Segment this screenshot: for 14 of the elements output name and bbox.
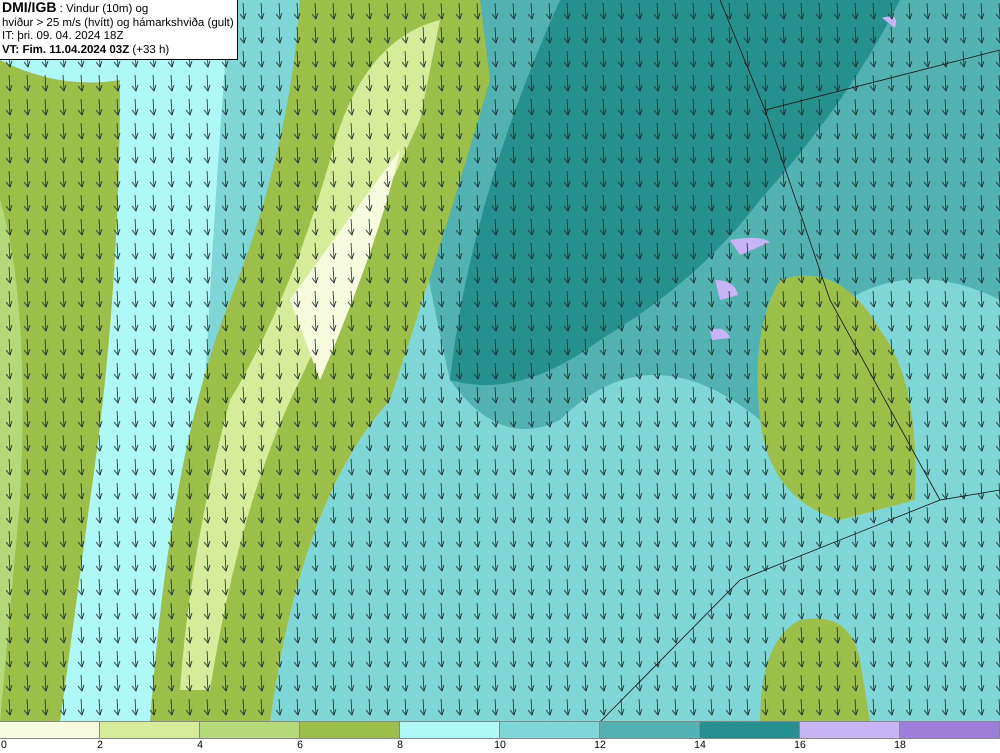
scale-label: 2 xyxy=(97,739,103,753)
scale-label: 18 xyxy=(894,739,906,753)
header-line: DMI/IGB : Vindur (10m) og xyxy=(2,1,150,16)
scale-label: 8 xyxy=(397,739,403,753)
header-line: IT: þri. 09. 04. 2024 18Z xyxy=(2,30,124,44)
scale-label: 6 xyxy=(297,739,303,753)
scale-label: 14 xyxy=(694,739,706,753)
header-line: hviður > 25 m/s (hvítt) og hámarkshviða (gult) xyxy=(2,16,234,30)
scale-label: 16 xyxy=(794,739,806,753)
scale-label: 10 xyxy=(494,739,506,753)
scale-label: 0 xyxy=(0,739,7,753)
scale-label: 12 xyxy=(594,739,606,753)
scale-label: 4 xyxy=(197,739,203,753)
header-line: VT: Fim. 11.04.2024 03Z (+33 h) xyxy=(2,44,170,57)
